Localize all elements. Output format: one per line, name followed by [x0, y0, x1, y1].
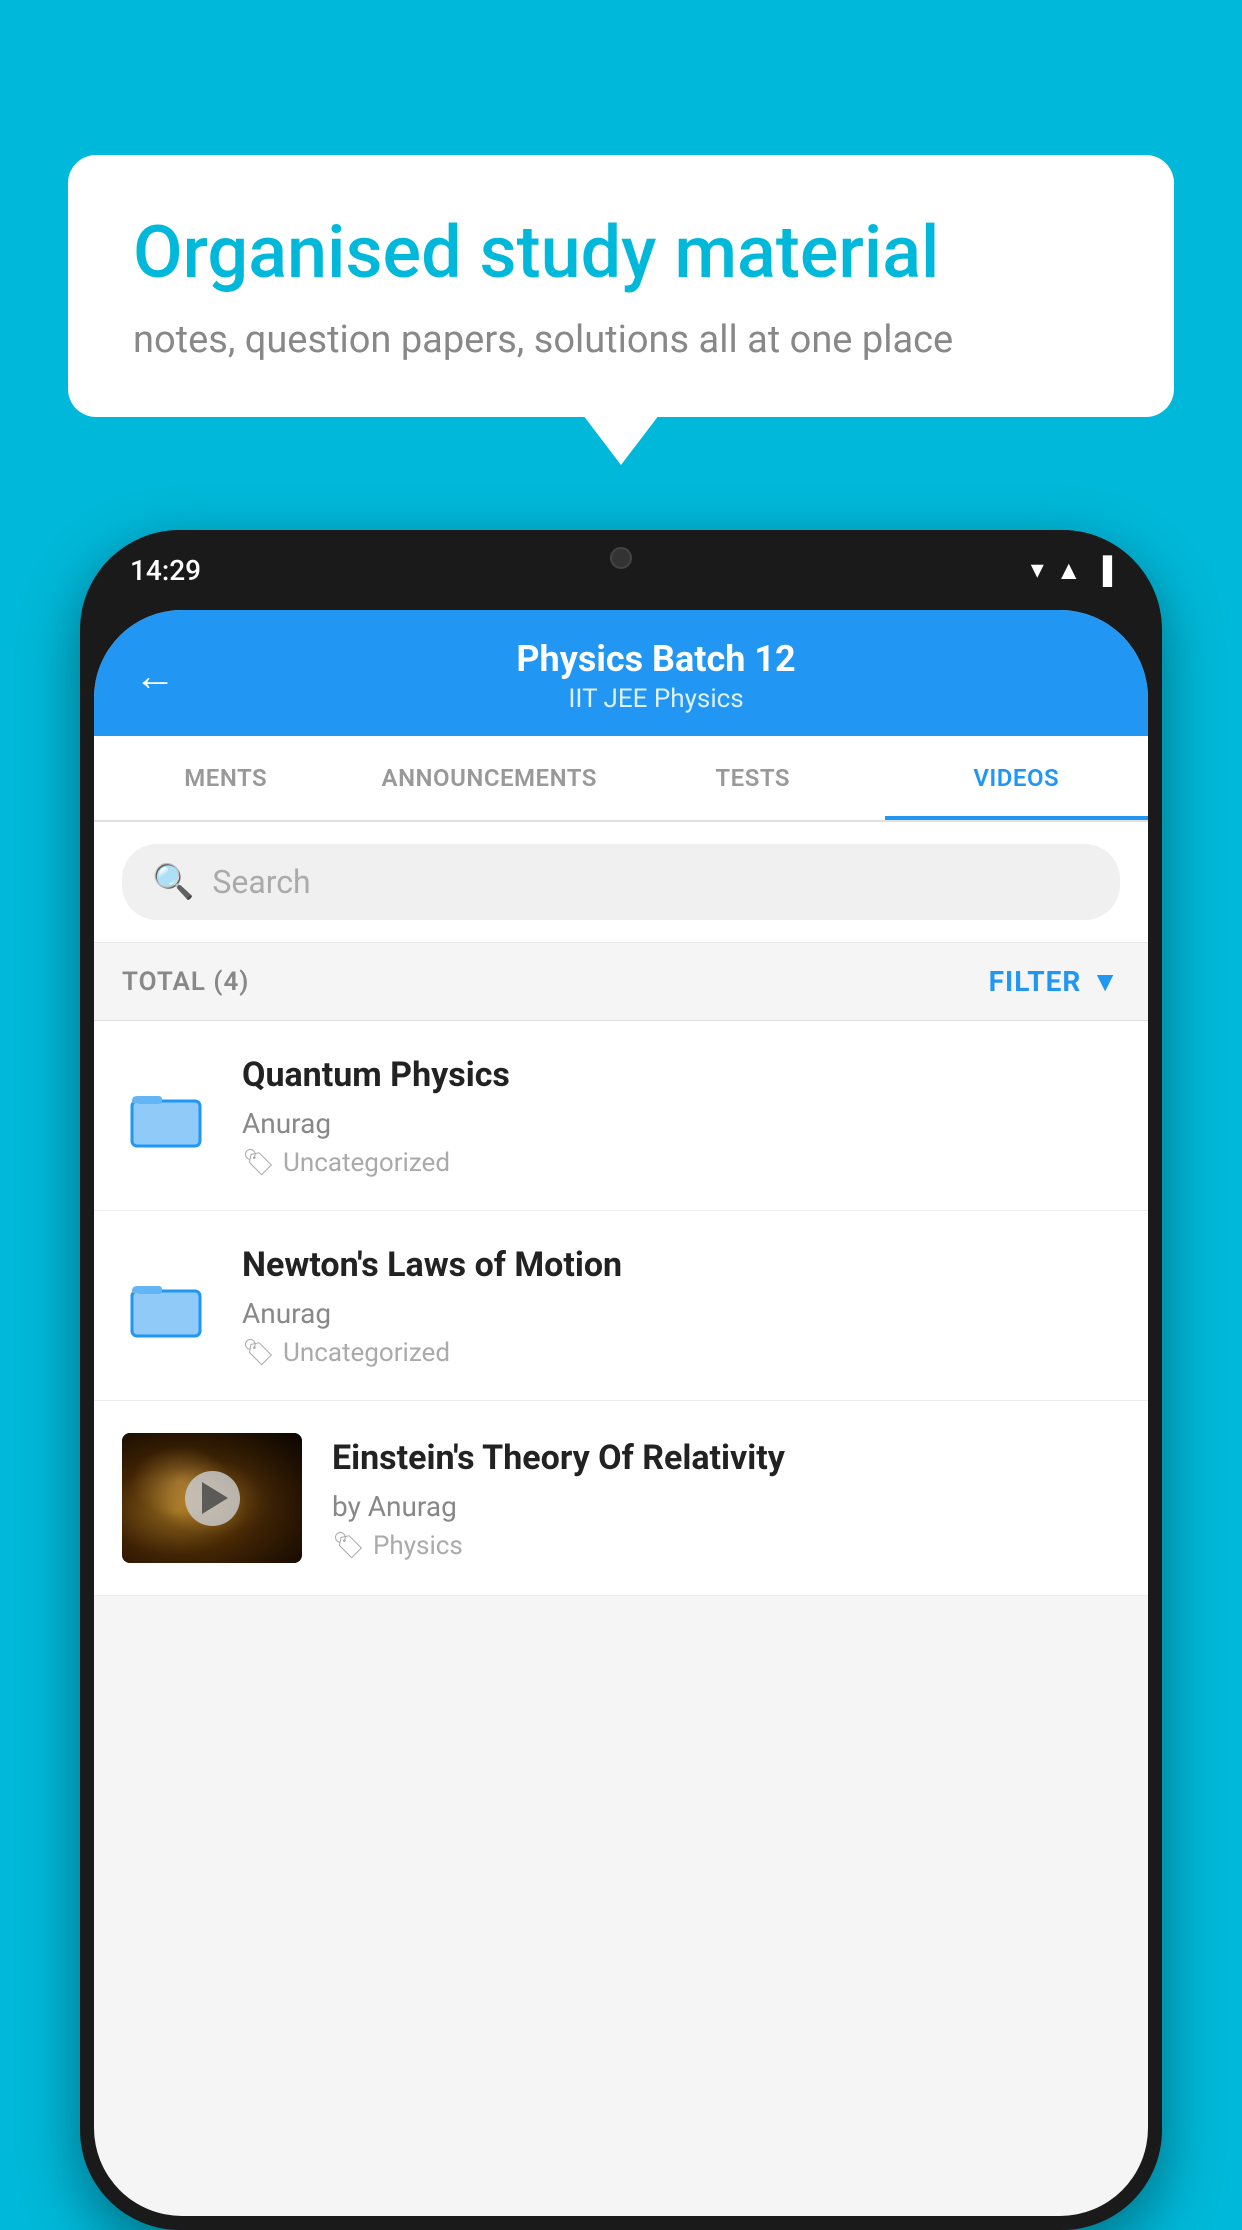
tab-videos[interactable]: VIDEOS	[885, 736, 1149, 820]
tag-icon: 🏷	[242, 1338, 275, 1368]
search-container: 🔍 Search	[94, 822, 1148, 943]
filter-label: FILTER	[989, 965, 1082, 998]
folder-icon-container	[122, 1256, 212, 1356]
app-bar-titles: Physics Batch 12 IIT JEE Physics	[204, 638, 1108, 714]
status-time: 14:29	[130, 554, 201, 587]
video-info: Newton's Laws of Motion Anurag 🏷 Uncateg…	[242, 1243, 1120, 1368]
video-info: Einstein's Theory Of Relativity by Anura…	[332, 1436, 1120, 1561]
search-placeholder: Search	[212, 863, 310, 901]
video-tag: 🏷 Uncategorized	[242, 1148, 1120, 1178]
tab-ments[interactable]: MENTS	[94, 736, 358, 820]
bubble-title: Organised study material	[133, 210, 1109, 296]
back-button[interactable]: ←	[134, 652, 176, 701]
app-bar-subtitle: IIT JEE Physics	[204, 684, 1108, 714]
video-author: by Anurag	[332, 1490, 1120, 1523]
list-item[interactable]: Quantum Physics Anurag 🏷 Uncategorized	[94, 1021, 1148, 1211]
video-author: Anurag	[242, 1107, 1120, 1140]
bubble-subtitle: notes, question papers, solutions all at…	[133, 318, 1109, 362]
list-item[interactable]: Einstein's Theory Of Relativity by Anura…	[94, 1401, 1148, 1596]
speech-bubble: Organised study material notes, question…	[68, 155, 1174, 417]
phone-frame: 14:29 ▾ ▲ ▐ ← Physics Batch 12 IIT JEE P…	[80, 530, 1162, 2230]
camera	[610, 547, 632, 569]
play-triangle-icon	[202, 1482, 228, 1514]
speech-bubble-container: Organised study material notes, question…	[68, 155, 1174, 417]
app-bar-title: Physics Batch 12	[204, 638, 1108, 680]
video-title: Newton's Laws of Motion	[242, 1243, 1120, 1287]
video-title: Einstein's Theory Of Relativity	[332, 1436, 1120, 1480]
video-thumbnail	[122, 1433, 302, 1563]
list-item[interactable]: Newton's Laws of Motion Anurag 🏷 Uncateg…	[94, 1211, 1148, 1401]
tag-label: Uncategorized	[283, 1338, 450, 1368]
folder-icon	[127, 1271, 207, 1341]
filter-button[interactable]: FILTER ▼	[989, 965, 1120, 998]
play-button[interactable]	[185, 1471, 240, 1526]
wifi-icon: ▾	[1031, 555, 1044, 585]
status-bar: 14:29 ▾ ▲ ▐	[80, 530, 1162, 610]
search-icon: 🔍	[152, 862, 194, 902]
phone-notch	[541, 530, 701, 585]
tag-icon: 🏷	[332, 1531, 365, 1561]
tag-label: Physics	[373, 1531, 463, 1561]
search-box[interactable]: 🔍 Search	[122, 844, 1120, 920]
total-label: TOTAL (4)	[122, 967, 249, 997]
signal-icon: ▲	[1056, 555, 1082, 586]
video-info: Quantum Physics Anurag 🏷 Uncategorized	[242, 1053, 1120, 1178]
folder-icon-container	[122, 1066, 212, 1166]
tag-icon: 🏷	[242, 1148, 275, 1178]
video-tag: 🏷 Physics	[332, 1531, 1120, 1561]
video-tag: 🏷 Uncategorized	[242, 1338, 1120, 1368]
tab-tests[interactable]: TESTS	[621, 736, 885, 820]
filter-funnel-icon: ▼	[1091, 965, 1120, 998]
tag-label: Uncategorized	[283, 1148, 450, 1178]
video-title: Quantum Physics	[242, 1053, 1120, 1097]
video-list: Quantum Physics Anurag 🏷 Uncategorized	[94, 1021, 1148, 1596]
filter-row: TOTAL (4) FILTER ▼	[94, 943, 1148, 1021]
tab-bar: MENTS ANNOUNCEMENTS TESTS VIDEOS	[94, 736, 1148, 822]
phone-screen: ← Physics Batch 12 IIT JEE Physics MENTS…	[94, 610, 1148, 2216]
battery-icon: ▐	[1094, 555, 1112, 586]
app-bar: ← Physics Batch 12 IIT JEE Physics	[94, 610, 1148, 736]
status-icons: ▾ ▲ ▐	[1031, 555, 1112, 586]
tab-announcements[interactable]: ANNOUNCEMENTS	[358, 736, 622, 820]
video-author: Anurag	[242, 1297, 1120, 1330]
folder-icon	[127, 1081, 207, 1151]
